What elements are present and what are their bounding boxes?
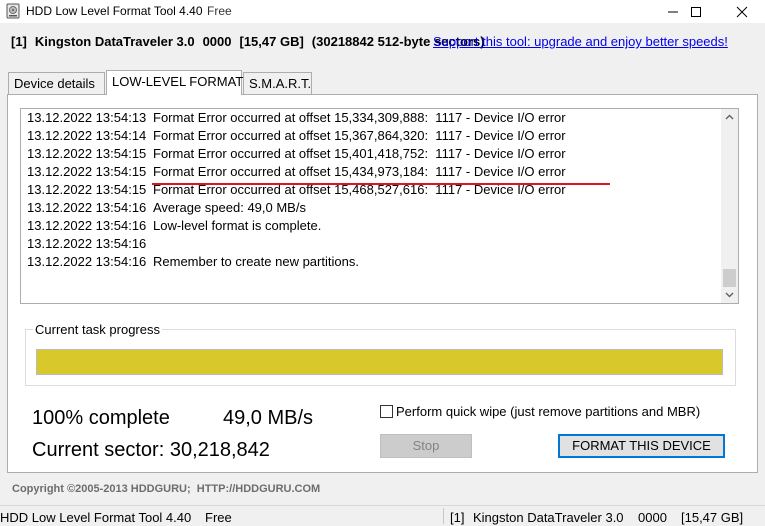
close-icon xyxy=(736,6,748,18)
device-capacity: [15,47 GB] xyxy=(239,34,304,49)
progress-fill xyxy=(37,350,722,374)
tab-smart[interactable]: S.M.A.R.T. xyxy=(243,72,312,94)
stop-button[interactable]: Stop xyxy=(380,434,472,458)
log-entry: 13.12.2022 13:54:15 Format Error occurred… xyxy=(27,146,566,164)
device-code: 0000 xyxy=(202,34,232,49)
status-device-code: 0000 xyxy=(638,510,667,525)
log-entry: 13.12.2022 13:54:16 xyxy=(27,236,153,254)
scroll-up-icon[interactable] xyxy=(725,113,734,122)
log-time: 13.12.2022 13:54:15 xyxy=(27,164,147,179)
format-device-button[interactable]: FORMAT THIS DEVICE xyxy=(558,434,725,458)
log-message: Remember to create new partitions. xyxy=(153,254,359,269)
log-time: 13.12.2022 13:54:15 xyxy=(27,182,147,197)
log-entry: 13.12.2022 13:54:16 Low-level format is c… xyxy=(27,218,321,236)
log-message: Format Error occurred at offset 15,367,8… xyxy=(153,128,566,143)
hard-drive-icon xyxy=(6,3,20,19)
status-device-index: [1] xyxy=(450,510,465,525)
log-time: 13.12.2022 13:54:16 xyxy=(27,236,147,251)
status-edition: Free xyxy=(205,510,232,525)
quick-wipe-label: Perform quick wipe (just remove partitio… xyxy=(396,404,701,419)
log-entry: 13.12.2022 13:54:16 Remember to create ne… xyxy=(27,254,359,272)
progress-label: Current task progress xyxy=(33,322,162,337)
upgrade-link[interactable]: Support this tool: upgrade and enjoy bet… xyxy=(433,34,728,49)
device-model: Kingston DataTraveler 3.0 xyxy=(34,34,195,49)
status-bar: HDD Low Level Format Tool 4.40 Free [1] … xyxy=(0,505,765,526)
tab-device-details[interactable]: Device details xyxy=(8,72,105,94)
window-edition: Free xyxy=(207,4,232,18)
maximize-button[interactable] xyxy=(673,0,719,23)
quick-wipe-checkbox[interactable] xyxy=(380,405,393,418)
log-message: Average speed: 49,0 MB/s xyxy=(153,200,306,215)
log-message: Format Error occurred at offset 15,434,9… xyxy=(153,164,566,179)
close-button[interactable] xyxy=(719,0,765,23)
highlight-underline xyxy=(152,183,610,185)
log-entry: 13.12.2022 13:54:16 Average speed: 49,0 M… xyxy=(27,200,306,218)
tab-low-level-format[interactable]: LOW-LEVEL FORMAT xyxy=(106,70,243,95)
log-time: 13.12.2022 13:54:16 xyxy=(27,254,147,269)
status-device-capacity: [15,47 GB] xyxy=(681,510,744,525)
log-time: 13.12.2022 13:54:13 xyxy=(27,110,147,125)
log-time: 13.12.2022 13:54:15 xyxy=(27,146,147,161)
current-sector-text: Current sector: 30,218,842 xyxy=(32,439,270,461)
device-index: [1] xyxy=(11,34,27,49)
scroll-thumb[interactable] xyxy=(723,269,736,287)
log-message: Format Error occurred at offset 15,401,4… xyxy=(153,146,566,161)
log-scrollbar[interactable] xyxy=(721,109,738,303)
copyright-text: Copyright ©2005-2013 HDDGURU; HTTP://HDD… xyxy=(12,483,321,495)
log-time: 13.12.2022 13:54:16 xyxy=(27,200,147,215)
status-separator xyxy=(443,508,444,524)
log-time: 13.12.2022 13:54:16 xyxy=(27,218,147,233)
title-bar: HDD Low Level Format Tool 4.40 Free xyxy=(0,0,765,23)
log-entry: 13.12.2022 13:54:14 Format Error occurred… xyxy=(27,128,566,146)
scroll-down-icon[interactable] xyxy=(725,290,734,299)
status-app-name: HDD Low Level Format Tool 4.40 xyxy=(0,510,192,525)
status-device-model: Kingston DataTraveler 3.0 xyxy=(473,510,624,525)
log-message: Format Error occurred at offset 15,334,3… xyxy=(153,110,566,125)
speed-text: 49,0 MB/s xyxy=(223,407,314,429)
quick-wipe-option[interactable]: Perform quick wipe (just remove partitio… xyxy=(380,404,700,419)
progress-bar xyxy=(36,349,723,375)
window-title: HDD Low Level Format Tool 4.40 xyxy=(26,4,203,18)
complete-text: 100% complete xyxy=(32,407,170,429)
maximize-icon xyxy=(691,7,701,17)
log-entry: 13.12.2022 13:54:13 Format Error occurred… xyxy=(27,110,566,128)
log-message: Low-level format is complete. xyxy=(153,218,322,233)
log-entry: 13.12.2022 13:54:15 Format Error occurred… xyxy=(27,164,566,182)
log-time: 13.12.2022 13:54:14 xyxy=(27,128,147,143)
device-info: [1] Kingston DataTraveler 3.0 0000 [15,47 G… xyxy=(11,34,493,49)
log-list[interactable]: 13.12.2022 13:54:13 Format Error occurred… xyxy=(20,108,739,304)
